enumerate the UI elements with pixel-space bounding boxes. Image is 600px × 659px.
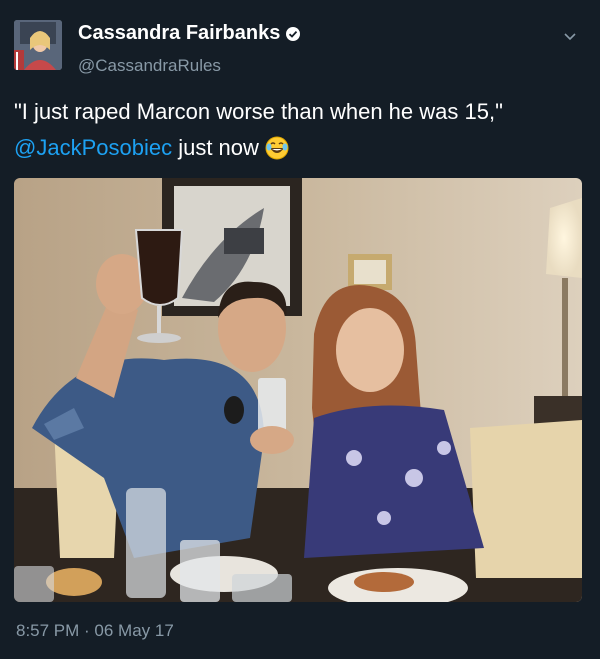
avatar[interactable] xyxy=(14,20,62,70)
tweet-photo[interactable] xyxy=(14,178,582,602)
verified-badge-icon xyxy=(286,26,301,41)
tweet-text: "I just raped Marcon worse than when he … xyxy=(14,94,584,171)
mention-link[interactable]: @JackPosobiec xyxy=(14,135,172,160)
laughing-with-tears-emoji-icon xyxy=(265,135,289,171)
tweet-card: Cassandra Fairbanks @CassandraRules "I j… xyxy=(0,0,600,659)
tweet-text-part1: "I just raped Marcon worse than when he … xyxy=(14,99,503,124)
tweet-text-part2: just now xyxy=(178,135,259,160)
chevron-down-icon[interactable] xyxy=(564,28,576,46)
user-handle[interactable]: @CassandraRules xyxy=(78,56,221,76)
tweet-timestamp[interactable]: 8:57 PM · 06 May 17 xyxy=(16,621,174,641)
display-name[interactable]: Cassandra Fairbanks xyxy=(78,22,280,45)
name-row: Cassandra Fairbanks xyxy=(78,22,301,45)
